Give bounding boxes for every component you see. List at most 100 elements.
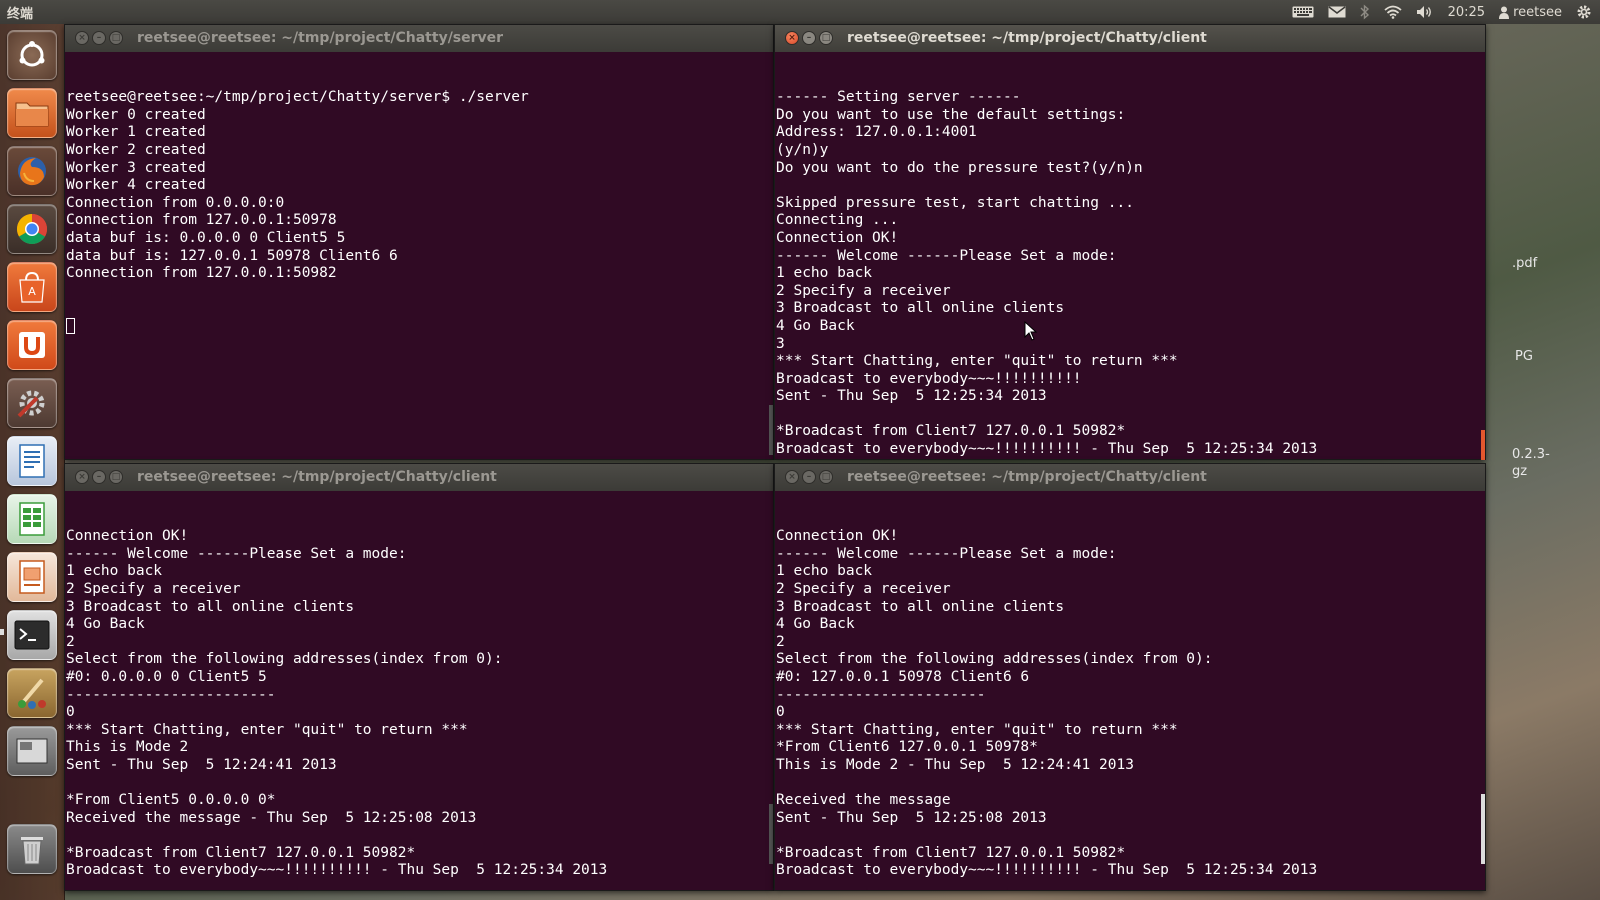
maximize-icon[interactable]: □ (819, 470, 833, 484)
terminal-line: Worker 4 created (66, 177, 206, 194)
terminal-line: *** Start Chatting, enter "quit" to retu… (66, 721, 468, 738)
terminal-line: Sent - Thu Sep 5 12:25:08 2013 (776, 809, 1047, 826)
minimize-icon[interactable]: – (92, 470, 106, 484)
terminal-line: 2 (66, 633, 75, 650)
terminal-line: *From Client5 0.0.0.0 0* (66, 792, 276, 809)
terminal-line: Connection from 127.0.0.1:50978 (66, 212, 337, 229)
wifi-icon[interactable] (1384, 5, 1402, 19)
terminal-line: This is Mode 2 - Thu Sep 5 12:24:41 2013 (776, 756, 1134, 773)
terminal-line: Connection OK! (776, 528, 899, 545)
launcher: A (0, 24, 65, 900)
mail-icon[interactable] (1328, 6, 1346, 18)
terminal-line: Received the message - Thu Sep 5 12:25:0… (66, 809, 477, 826)
desktop-file-label[interactable]: gz (1512, 464, 1527, 479)
window-titlebar[interactable]: × – □ reetsee@reetsee: ~/tmp/project/Cha… (775, 25, 1485, 52)
terminal-line: Broadcast to everybody~~~!!!!!!!!!! - Th… (66, 862, 608, 879)
desktop-file-label[interactable]: PG (1515, 349, 1533, 364)
desktop-file-label[interactable]: .pdf (1512, 256, 1537, 271)
session-gear-icon[interactable] (1576, 4, 1592, 20)
terminal-window-client-bottom-left[interactable]: × – □ reetsee@reetsee: ~/tmp/project/Cha… (64, 463, 774, 891)
close-icon[interactable]: × (75, 31, 89, 45)
scrollbar[interactable] (769, 804, 773, 864)
keyboard-icon[interactable] (1292, 6, 1314, 18)
terminal-line: *** Start Chatting, enter "quit" to retu… (776, 353, 1178, 370)
terminal-window-server[interactable]: × – □ reetsee@reetsee: ~/tmp/project/Cha… (64, 24, 774, 460)
terminal-window-client-top[interactable]: × – □ reetsee@reetsee: ~/tmp/project/Cha… (774, 24, 1486, 460)
terminal-line: *Broadcast from Client7 127.0.0.1 50982* (776, 423, 1126, 440)
window-title: reetsee@reetsee: ~/tmp/project/Chatty/cl… (847, 30, 1207, 46)
minimize-icon[interactable]: – (802, 470, 816, 484)
close-icon[interactable]: × (785, 31, 799, 45)
terminal-output[interactable]: ------ Setting server ------ Do you want … (775, 52, 1485, 459)
scrollbar[interactable] (769, 405, 773, 455)
firefox-icon[interactable] (7, 146, 57, 196)
maximize-icon[interactable]: □ (819, 31, 833, 45)
terminal-line: Connection OK! (776, 229, 899, 246)
terminal-line: Do you want to do the pressure test?(y/n… (776, 159, 1143, 176)
terminal-line: ------ Welcome ------Please Set a mode: (776, 545, 1117, 562)
scrollbar[interactable] (1481, 794, 1485, 864)
minimize-icon[interactable]: – (92, 31, 106, 45)
indicator-area: 20:25 reetsee (1292, 0, 1592, 24)
terminal-line: (y/n)y (776, 141, 829, 158)
terminal-line: *Broadcast from Client7 127.0.0.1 50982* (776, 844, 1126, 861)
software-center-icon[interactable]: A (7, 262, 57, 312)
user-menu[interactable]: reetsee (1499, 5, 1562, 20)
terminal-line: Broadcast to everybody~~~!!!!!!!!!! - Th… (776, 862, 1318, 879)
workspace-switcher-icon[interactable] (7, 726, 57, 776)
mouse-pointer-icon (1024, 321, 1038, 341)
terminal-line: ------------------------ (776, 686, 986, 703)
terminal-line: 2 Specify a receiver (776, 282, 951, 299)
text-cursor (66, 317, 75, 334)
terminal-line: Sent - Thu Sep 5 12:24:41 2013 (66, 756, 337, 773)
close-icon[interactable]: × (785, 470, 799, 484)
terminal-line: Worker 0 created (66, 106, 206, 123)
trash-icon[interactable] (7, 824, 57, 874)
terminal-line: 0 (66, 704, 75, 721)
paint-icon[interactable] (7, 668, 57, 718)
terminal-line: #0: 127.0.0.1 50978 Client6 6 (776, 668, 1030, 685)
calc-icon[interactable] (7, 494, 57, 544)
dash-home-icon[interactable] (7, 30, 57, 80)
files-icon[interactable] (7, 88, 57, 138)
terminal-output[interactable]: reetsee@reetsee:~/tmp/project/Chatty/ser… (65, 52, 773, 459)
terminal-line: *Broadcast from Client7 127.0.0.1 50982* (66, 844, 416, 861)
terminal-line: ------ Welcome ------Please Set a mode: (66, 545, 407, 562)
volume-icon[interactable] (1416, 5, 1434, 19)
impress-icon[interactable] (7, 552, 57, 602)
system-settings-icon[interactable] (7, 378, 57, 428)
window-title: reetsee@reetsee: ~/tmp/project/Chatty/cl… (847, 469, 1207, 485)
terminal-line: Select from the following addresses(inde… (66, 651, 503, 668)
scrollbar[interactable] (1481, 430, 1485, 460)
chrome-icon[interactable] (7, 204, 57, 254)
terminal-line: 1 echo back (66, 563, 163, 580)
window-titlebar[interactable]: × – □ reetsee@reetsee: ~/tmp/project/Cha… (65, 464, 773, 491)
terminal-output[interactable]: Connection OK! ------ Welcome ------Pleas… (775, 491, 1485, 890)
bluetooth-icon[interactable] (1360, 4, 1370, 20)
terminal-line: Worker 3 created (66, 159, 206, 176)
terminal-output[interactable]: Connection OK! ------ Welcome ------Pleas… (65, 491, 773, 890)
clock[interactable]: 20:25 (1448, 5, 1485, 20)
terminal-icon[interactable] (7, 610, 57, 660)
terminal-line: Connecting ... (776, 212, 899, 229)
terminal-line: ------ Welcome ------Please Set a mode: (776, 247, 1117, 264)
window-titlebar[interactable]: × – □ reetsee@reetsee: ~/tmp/project/Cha… (65, 25, 773, 52)
window-title: reetsee@reetsee: ~/tmp/project/Chatty/cl… (137, 469, 497, 485)
minimize-icon[interactable]: – (802, 31, 816, 45)
maximize-icon[interactable]: □ (109, 31, 123, 45)
maximize-icon[interactable]: □ (109, 470, 123, 484)
terminal-line: Do you want to use the default settings: (776, 106, 1126, 123)
writer-icon[interactable] (7, 436, 57, 486)
terminal-line: Worker 1 created (66, 124, 206, 141)
close-icon[interactable]: × (75, 470, 89, 484)
terminal-window-client-bottom-right[interactable]: × – □ reetsee@reetsee: ~/tmp/project/Cha… (774, 463, 1486, 891)
desktop-file-label[interactable]: 0.2.3- (1512, 447, 1550, 462)
app-menu-title[interactable]: 终端 (7, 3, 33, 22)
ubuntu-one-icon[interactable] (7, 320, 57, 370)
window-titlebar[interactable]: × – □ reetsee@reetsee: ~/tmp/project/Cha… (775, 464, 1485, 491)
terminal-line: Received the message (776, 792, 951, 809)
